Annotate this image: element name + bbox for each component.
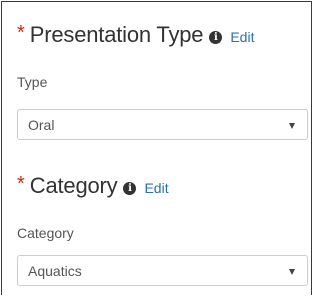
- caret-down-icon: [289, 123, 295, 129]
- type-select-value: Oral: [28, 117, 55, 133]
- presentation-type-edit-link[interactable]: Edit: [230, 29, 254, 45]
- category-select[interactable]: Aquatics: [17, 255, 308, 286]
- presentation-type-title: Presentation Type: [29, 22, 204, 47]
- info-circle-icon[interactable]: i: [123, 181, 137, 195]
- category-select-value: Aquatics: [28, 263, 82, 279]
- type-field-label: Type: [17, 74, 48, 90]
- category-header: * Category i Edit: [17, 173, 169, 199]
- type-select[interactable]: Oral: [17, 109, 308, 140]
- category-title: Category: [29, 173, 118, 198]
- required-marker: *: [17, 173, 25, 195]
- category-edit-link[interactable]: Edit: [144, 180, 168, 196]
- category-field-label: Category: [17, 225, 74, 241]
- presentation-type-header: * Presentation Type i Edit: [17, 22, 254, 48]
- required-marker: *: [17, 22, 25, 44]
- caret-down-icon: [289, 269, 295, 275]
- info-circle-icon[interactable]: i: [209, 30, 223, 44]
- form-panel: * Presentation Type i Edit Type Oral * C…: [1, 1, 312, 295]
